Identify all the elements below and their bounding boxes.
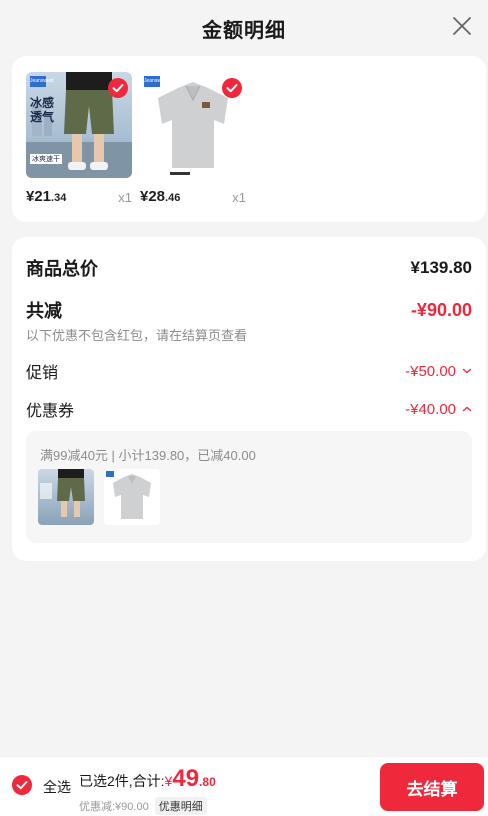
coupon-value: -¥40.00 [405,400,456,418]
checkout-button[interactable]: 去结算 [380,763,484,811]
coupon-product-polo [104,469,160,525]
product-subtag: 冰爽速干 [30,154,62,164]
promo-value: -¥50.00 [405,362,456,380]
coupon-product-shorts [38,469,94,525]
discount-note: 以下优惠不包含红包，请在结算页查看 [26,328,248,343]
discount-detail-button[interactable]: 优惠明细 [154,797,207,815]
product-qty: x1 [232,190,246,205]
bottom-bar: 全选 已选2件,合计: ¥ 49 .80 优惠减:¥90.00 优惠明细 去结算 [0,756,488,816]
chevron-up-icon[interactable] [462,404,472,414]
product-price: ¥21.34 x1 [26,188,132,205]
promo-label: 促销 [26,365,59,382]
select-all-label[interactable]: 全选 [43,777,71,797]
product-qty: x1 [118,190,132,205]
checkmark-icon[interactable] [222,78,242,98]
total-amount: 49 [172,765,200,792]
coupon-detail-box: 满99减40元 | 小计139.80，已减40.00 [26,431,472,543]
select-all-checkbox[interactable] [12,775,32,795]
page-title: 金额明细 [202,19,286,42]
total-row: 商品总价 ¥139.80 [26,255,472,281]
brand-logo: Jeanswest [30,76,54,87]
total-label: 商品总价 [26,259,98,279]
product-item[interactable]: Jeanswest ¥28.46 x1 [140,72,246,208]
reduce-label: 共减 [26,301,62,321]
total-value: ¥139.80 [410,258,472,277]
product-image-shorts[interactable]: Jeanswest 冰感透气 冰爽速干 [26,72,132,178]
modal-header: 金额明细 [0,0,488,56]
product-image-polo[interactable]: Jeanswest [140,72,246,178]
total-summary: 已选2件,合计: ¥ 49 .80 [79,765,216,792]
coupon-detail-text: 满99减40元 | 小计139.80，已减40.00 [40,448,256,463]
reduce-value: -¥90.00 [410,299,472,320]
products-card: Jeanswest 冰感透气 冰爽速干 ¥21.34 x1 Jeanswest [12,56,486,222]
product-tagline: 冰感透气 [30,96,55,124]
promo-row[interactable]: 促销 -¥50.00 [26,359,472,383]
product-item[interactable]: Jeanswest 冰感透气 冰爽速干 ¥21.34 x1 [26,72,132,208]
discount-summary: 优惠减:¥90.00 优惠明细 [79,797,207,815]
brand-logo: Jeanswest [144,76,168,87]
coupon-row[interactable]: 优惠券 -¥40.00 [26,397,472,421]
summary-card: 商品总价 ¥139.80 共减 -¥90.00 以下优惠不包含红包，请在结算页查… [12,237,486,561]
product-price: ¥28.46 x1 [140,188,246,205]
chevron-down-icon[interactable] [462,366,472,376]
checkmark-icon[interactable] [108,78,128,98]
coupon-label: 优惠券 [26,403,75,420]
close-icon[interactable] [450,14,474,38]
reduce-row: 共减 -¥90.00 [26,297,472,323]
